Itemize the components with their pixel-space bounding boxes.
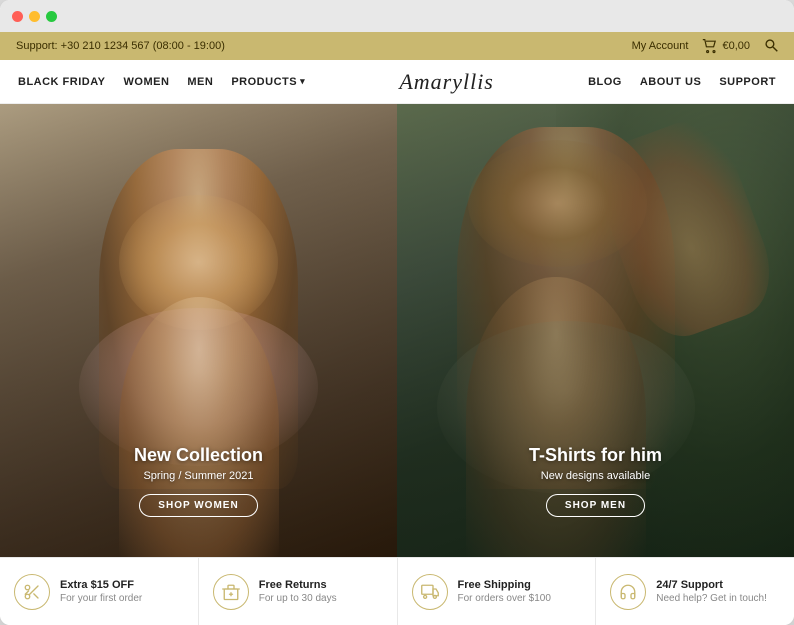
support-phone: +30 210 1234 567 (08:00 - 19:00) xyxy=(61,40,225,52)
features-bar: Extra $15 OFF For your first order Free … xyxy=(0,557,794,625)
hero-right-title: T-Shirts for him xyxy=(496,445,696,466)
feature-shipping-text: Free Shipping For orders over $100 xyxy=(458,579,551,604)
feature-returns-text: Free Returns For up to 30 days xyxy=(259,579,337,604)
feature-shipping-subtitle: For orders over $100 xyxy=(458,593,551,604)
feature-support-subtitle: Need help? Get in touch! xyxy=(656,593,767,604)
feature-discount-title: Extra $15 OFF xyxy=(60,579,142,591)
hero-section: New Collection Spring / Summer 2021 SHOP… xyxy=(0,104,794,557)
my-account-link[interactable]: My Account xyxy=(632,40,689,52)
hero-right-overlay: T-Shirts for him New designs available S… xyxy=(496,445,696,517)
nav-black-friday[interactable]: BLACK FRIDAY xyxy=(18,76,106,88)
hero-left-subtitle: Spring / Summer 2021 xyxy=(99,470,299,482)
feature-returns-subtitle: For up to 30 days xyxy=(259,593,337,604)
feature-support-title: 24/7 Support xyxy=(656,579,767,591)
feature-returns-title: Free Returns xyxy=(259,579,337,591)
nav-products[interactable]: PRODUCTS ▾ xyxy=(231,76,305,88)
nav-blog[interactable]: BLOG xyxy=(588,76,622,88)
shop-women-button[interactable]: SHOP WOMEN xyxy=(139,494,257,517)
feature-support-text: 24/7 Support Need help? Get in touch! xyxy=(656,579,767,604)
announcement-right: My Account €0,00 xyxy=(632,38,778,55)
hero-right-subtitle: New designs available xyxy=(496,470,696,482)
cart-icon xyxy=(702,38,718,54)
main-navigation: BLACK FRIDAY WOMEN MEN PRODUCTS ▾ Amaryl… xyxy=(0,60,794,104)
hero-left-overlay: New Collection Spring / Summer 2021 SHOP… xyxy=(99,445,299,517)
nav-women[interactable]: WOMEN xyxy=(124,76,170,88)
truck-icon xyxy=(412,574,448,610)
support-label: Support: xyxy=(16,40,58,52)
browser-window: Support: +30 210 1234 567 (08:00 - 19:00… xyxy=(0,0,794,625)
close-dot[interactable] xyxy=(12,11,23,22)
hero-left-panel: New Collection Spring / Summer 2021 SHOP… xyxy=(0,104,397,557)
hero-right-panel: T-Shirts for him New designs available S… xyxy=(397,104,794,557)
shop-men-button[interactable]: SHOP MEN xyxy=(546,494,645,517)
feature-discount-subtitle: For your first order xyxy=(60,593,142,604)
feature-support: 24/7 Support Need help? Get in touch! xyxy=(596,558,794,625)
nav-left: BLACK FRIDAY WOMEN MEN PRODUCTS ▾ xyxy=(18,76,305,88)
cart-button[interactable]: €0,00 xyxy=(702,38,750,54)
maximize-dot[interactable] xyxy=(46,11,57,22)
browser-chrome xyxy=(0,0,794,32)
cart-price: €0,00 xyxy=(722,40,750,52)
search-button[interactable] xyxy=(764,38,778,55)
headset-icon xyxy=(610,574,646,610)
nav-support[interactable]: SUPPORT xyxy=(719,76,776,88)
feature-shipping: Free Shipping For orders over $100 xyxy=(398,558,597,625)
feature-shipping-title: Free Shipping xyxy=(458,579,551,591)
nav-right: BLOG ABOUT US SUPPORT xyxy=(588,76,776,88)
search-icon xyxy=(764,38,778,52)
announcement-bar: Support: +30 210 1234 567 (08:00 - 19:00… xyxy=(0,32,794,60)
nav-about-us[interactable]: ABOUT US xyxy=(640,76,701,88)
support-info: Support: +30 210 1234 567 (08:00 - 19:00… xyxy=(16,40,225,52)
brand-logo[interactable]: Amaryllis xyxy=(305,69,588,95)
box-icon xyxy=(213,574,249,610)
feature-discount: Extra $15 OFF For your first order xyxy=(0,558,199,625)
nav-products-label: PRODUCTS xyxy=(231,76,297,88)
nav-men[interactable]: MEN xyxy=(187,76,213,88)
hero-left-title: New Collection xyxy=(99,445,299,466)
feature-discount-text: Extra $15 OFF For your first order xyxy=(60,579,142,604)
feature-returns: Free Returns For up to 30 days xyxy=(199,558,398,625)
scissors-icon xyxy=(14,574,50,610)
minimize-dot[interactable] xyxy=(29,11,40,22)
